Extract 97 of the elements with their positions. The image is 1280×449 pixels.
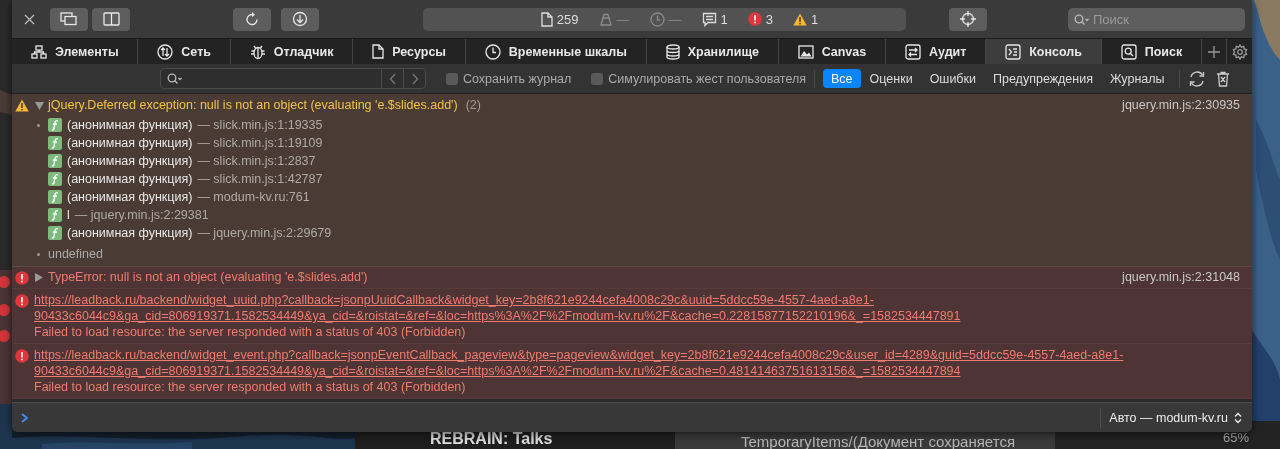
function-name[interactable]: (анонимная функция): [67, 154, 193, 168]
function-icon: [48, 154, 62, 168]
tree-icon: [30, 44, 47, 59]
document-icon: [540, 11, 553, 27]
search-field[interactable]: Поиск: [1068, 7, 1245, 31]
tab[interactable]: Консоль: [986, 39, 1102, 64]
error-message: Failed to load resource: the server responded with a status of 403 (Forbidden): [34, 379, 467, 395]
filter-button[interactable]: Журналы: [1101, 69, 1173, 88]
arrows-icon: [157, 43, 174, 60]
function-icon: [48, 172, 62, 186]
error-message: TypeError: null is not an object (evaluating 'e.$slides.add'): [48, 269, 368, 286]
error-counter[interactable]: 3: [747, 9, 773, 29]
frame-location[interactable]: — modum-kv.ru:761: [197, 190, 310, 204]
warning-icon: [792, 12, 807, 26]
frame-location[interactable]: — slick.min.js:1:2837: [197, 154, 316, 168]
split-view-button[interactable]: [92, 7, 130, 31]
image-icon: [797, 44, 814, 59]
filter-button[interactable]: Оценки: [861, 69, 921, 88]
reload-button[interactable]: [233, 7, 271, 31]
message-counter[interactable]: 1: [701, 9, 728, 29]
function-name[interactable]: (анонимная функция): [67, 226, 193, 240]
download-button[interactable]: [281, 7, 319, 31]
function-name[interactable]: (анонимная функция): [67, 172, 193, 186]
clock-icon: [649, 11, 665, 27]
frame-location[interactable]: — jquery.min.js:2:29679: [197, 226, 332, 240]
search-icon: [1120, 43, 1137, 60]
function-icon: [48, 208, 62, 222]
function-name[interactable]: l: [67, 208, 70, 222]
weight-icon: [598, 12, 613, 26]
crosshair-icon: [959, 10, 977, 28]
error-icon: [15, 349, 29, 363]
checkbox[interactable]: [591, 72, 604, 85]
checkbox-label: Сохранить журнал: [463, 71, 572, 86]
function-icon: [48, 226, 62, 240]
frame-location[interactable]: — slick.min.js:1:42787: [197, 172, 323, 186]
warning-counter[interactable]: 1: [792, 9, 819, 29]
error-icon: [15, 294, 29, 308]
clear-button[interactable]: [1215, 70, 1230, 87]
filter-field[interactable]: [160, 68, 426, 89]
clock-icon: [484, 43, 501, 60]
split-panel-icon: [102, 12, 120, 26]
console-icon: [1005, 43, 1022, 60]
bullet-icon: [37, 253, 40, 256]
refresh-button[interactable]: [1187, 69, 1206, 88]
disclosure-triangle[interactable]: [34, 100, 44, 111]
resource-link[interactable]: https://leadback.ru/backend/widget_event.php?callback=jsonpEventCallback_pageview&type=pageview&widget_key=2b8f621e9244cefa4008c29c&user_id=4289&guid=5ddcc59e-4557-4aed-a8e1-90433c6044c9&ga_cid=806919371.1582534449&ya_cid=&roistat=&ref=&loc=https%3A%2F%2Fmodum-kv.ru%2F&cache=0.48141463751613156&_=1582534447894: [34, 347, 1230, 379]
error-icon: [747, 12, 762, 26]
filter-button[interactable]: Предупреждения: [985, 69, 1101, 88]
target-button[interactable]: [949, 7, 987, 31]
source-link[interactable]: jquery.min.js:2:30935: [1102, 97, 1240, 114]
close-icon: [23, 13, 35, 25]
function-icon: [48, 190, 62, 204]
function-name[interactable]: (анонимная функция): [67, 190, 193, 204]
plus-icon: [1207, 44, 1222, 59]
warning-message: jQuery.Deferred exception: null is not an object (evaluating 'e.$slides.add'): [48, 97, 458, 114]
chevron-right-icon: [410, 72, 419, 85]
document-counter[interactable]: 259: [540, 9, 579, 29]
checkbox-label: Симулировать жест пользователя: [608, 71, 807, 86]
window-text: 65%: [1223, 430, 1250, 445]
disclosure-triangle[interactable]: [34, 272, 44, 283]
checkbox[interactable]: [446, 72, 458, 85]
search-icon: [1074, 13, 1090, 26]
frame-location[interactable]: — jquery.min.js:2:29381: [74, 208, 209, 222]
error-message: Failed to load resource: the server responded with a status of 403 (Forbidden): [34, 324, 467, 340]
trash-icon: [1215, 70, 1230, 87]
speech-bubble-icon: [701, 11, 717, 27]
prompt-chevron-icon: [20, 411, 29, 424]
error-icon: [15, 271, 29, 285]
context-selector[interactable]: Авто — modum-kv.ru: [1100, 407, 1252, 428]
chevron-left-icon: [388, 72, 397, 85]
function-name[interactable]: (анонимная функция): [67, 136, 193, 150]
swap-icon: [905, 43, 921, 60]
reload-icon: [244, 11, 260, 27]
bug-icon: [249, 43, 266, 60]
undock-button[interactable]: [50, 7, 88, 31]
frame-location[interactable]: — slick.min.js:1:19109: [197, 136, 323, 150]
filter-button[interactable]: Все: [823, 69, 861, 88]
window-text: REBRAIN: Talks: [430, 430, 553, 447]
bullet-icon: [37, 124, 40, 127]
function-icon: [48, 136, 62, 150]
frame-location[interactable]: — slick.min.js:1:19335: [197, 118, 323, 132]
repeat-count: (2): [465, 97, 481, 114]
search-icon: [167, 72, 183, 85]
document-icon: [372, 44, 385, 59]
download-icon: [292, 11, 308, 27]
function-icon: [48, 118, 62, 132]
result-value: undefined: [48, 247, 103, 261]
resource-link[interactable]: https://leadback.ru/backend/widget_uuid.php?callback=jsonpUuidCallback&widget_key=2b8f621e9244cefa4008c29c&uuid=5ddcc59e-4557-4aed-a8e1-90433c6044c9&ga_cid=806919371.1582534449&ya_cid=&roistat=&ref=&loc=https%3A%2F%2Fmodum-kv.ru%2F&cache=0.22815877152210196&_=1582534447891: [34, 292, 1230, 324]
up-down-chevron-icon: [1234, 411, 1242, 424]
overlapping-squares-icon: [60, 12, 78, 26]
function-name[interactable]: (анонимная функция): [67, 118, 193, 132]
warning-icon: [15, 99, 29, 112]
filter-button[interactable]: Ошибки: [921, 69, 984, 88]
database-icon: [665, 43, 680, 60]
settings-icon: [1231, 43, 1248, 60]
circular-arrows-icon: [1187, 69, 1206, 88]
source-link[interactable]: jquery.min.js:2:31048: [1102, 269, 1240, 286]
